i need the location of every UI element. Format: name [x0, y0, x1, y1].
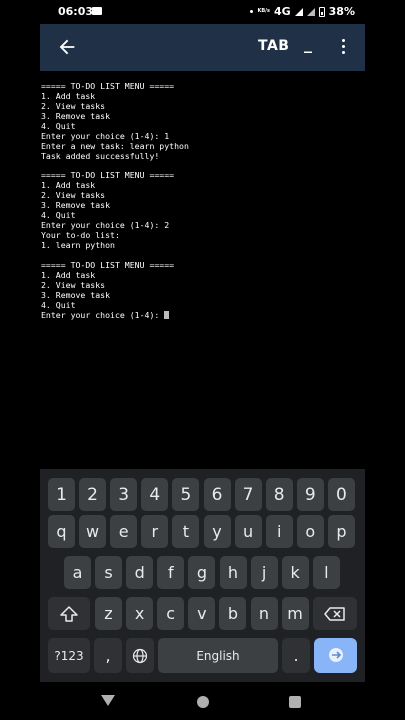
key-7[interactable]: 7: [234, 478, 262, 511]
tab-button[interactable]: TAB: [258, 38, 289, 54]
key-d[interactable]: d: [126, 556, 154, 589]
key-4[interactable]: 4: [141, 478, 169, 511]
terminal-line: 3. Remove task: [41, 200, 111, 211]
app-toolbar: TAB _: [40, 24, 365, 71]
key-i[interactable]: i: [265, 515, 293, 548]
key-u[interactable]: u: [234, 515, 262, 548]
key-8[interactable]: 8: [265, 478, 293, 511]
signal-secondary-icon: [306, 7, 315, 16]
backspace-icon: [324, 606, 345, 621]
network-type: 4G: [273, 5, 291, 18]
status-time: 06:03: [58, 5, 94, 18]
key-a[interactable]: a: [64, 556, 91, 589]
terminal-line: 1. learn python: [41, 240, 115, 250]
key-v[interactable]: v: [188, 597, 216, 630]
key-b[interactable]: b: [219, 597, 247, 630]
key-1[interactable]: 1: [48, 478, 75, 511]
key-f[interactable]: f: [157, 556, 185, 589]
data-rate-label: KB/s: [257, 8, 270, 14]
key-x[interactable]: x: [126, 597, 154, 630]
key-g[interactable]: g: [188, 556, 216, 589]
key-z[interactable]: z: [95, 597, 122, 630]
key-o[interactable]: o: [296, 515, 324, 548]
key-9[interactable]: 9: [296, 478, 324, 511]
globe-icon: [132, 648, 148, 663]
key-n[interactable]: n: [250, 597, 278, 630]
key-e[interactable]: e: [110, 515, 138, 548]
nav-home-icon[interactable]: [197, 696, 209, 708]
text-cursor: [164, 310, 170, 319]
key-k[interactable]: k: [281, 556, 309, 589]
shift-arrow-icon: [60, 605, 78, 622]
overflow-menu-icon[interactable]: [338, 39, 348, 57]
key-0[interactable]: 0: [327, 478, 355, 511]
notification-dot-icon: [250, 10, 254, 13]
key-t[interactable]: t: [172, 515, 200, 548]
key-p[interactable]: p: [327, 515, 355, 548]
shift-key[interactable]: [48, 597, 90, 630]
terminal-line: 3. Remove task: [41, 289, 111, 300]
on-screen-keyboard: 1 2 3 4 5 6 7 8 9 0 q w e r t y u i o p a s d f g h j k l z x c v b n m ?123…: [40, 469, 365, 682]
nav-back-icon[interactable]: [101, 695, 115, 706]
comma-key[interactable]: ,: [94, 638, 122, 673]
signal-icon: [294, 7, 303, 16]
nav-recents-icon[interactable]: [289, 696, 301, 708]
key-l[interactable]: l: [312, 556, 340, 589]
key-r[interactable]: r: [141, 515, 169, 548]
terminal-line: Task added successfully!: [41, 150, 160, 161]
key-3[interactable]: 3: [110, 478, 138, 511]
back-arrow-icon[interactable]: [56, 36, 78, 58]
youtube-notification-icon: [92, 7, 102, 15]
terminal-output[interactable]: ===== TO-DO LIST MENU ===== 1. Add task 2.…: [40, 81, 365, 462]
key-m[interactable]: m: [281, 597, 309, 630]
delete-key[interactable]: [313, 597, 357, 630]
battery-percent: 38%: [328, 5, 355, 18]
key-c[interactable]: c: [157, 597, 185, 630]
status-indicators: KB/s 4G 38%: [250, 5, 355, 18]
key-q[interactable]: q: [48, 515, 75, 548]
phone-screen: 06:03 KB/s 4G 38% TAB _ ===== TO-DO LIST…: [40, 0, 365, 720]
system-navigation-bar: [40, 682, 365, 720]
period-key[interactable]: .: [282, 638, 310, 673]
status-bar: 06:03 KB/s 4G 38%: [40, 0, 365, 24]
terminal-line: 3. Remove task: [41, 110, 111, 121]
terminal-line: Enter your choice (1-4):: [41, 310, 365, 321]
key-h[interactable]: h: [219, 556, 247, 589]
key-6[interactable]: 6: [203, 478, 231, 511]
key-y[interactable]: y: [203, 515, 231, 548]
key-s[interactable]: s: [95, 556, 123, 589]
enter-icon: [328, 647, 343, 662]
key-w[interactable]: w: [79, 515, 107, 548]
space-key[interactable]: English: [158, 638, 278, 673]
key-2[interactable]: 2: [79, 478, 107, 511]
underscore-button[interactable]: _: [304, 34, 312, 53]
key-j[interactable]: j: [250, 556, 278, 589]
language-key[interactable]: [126, 638, 154, 673]
key-5[interactable]: 5: [172, 478, 200, 511]
symbols-key[interactable]: ?123: [48, 638, 90, 673]
enter-key[interactable]: [314, 638, 357, 673]
battery-icon: [318, 6, 325, 17]
